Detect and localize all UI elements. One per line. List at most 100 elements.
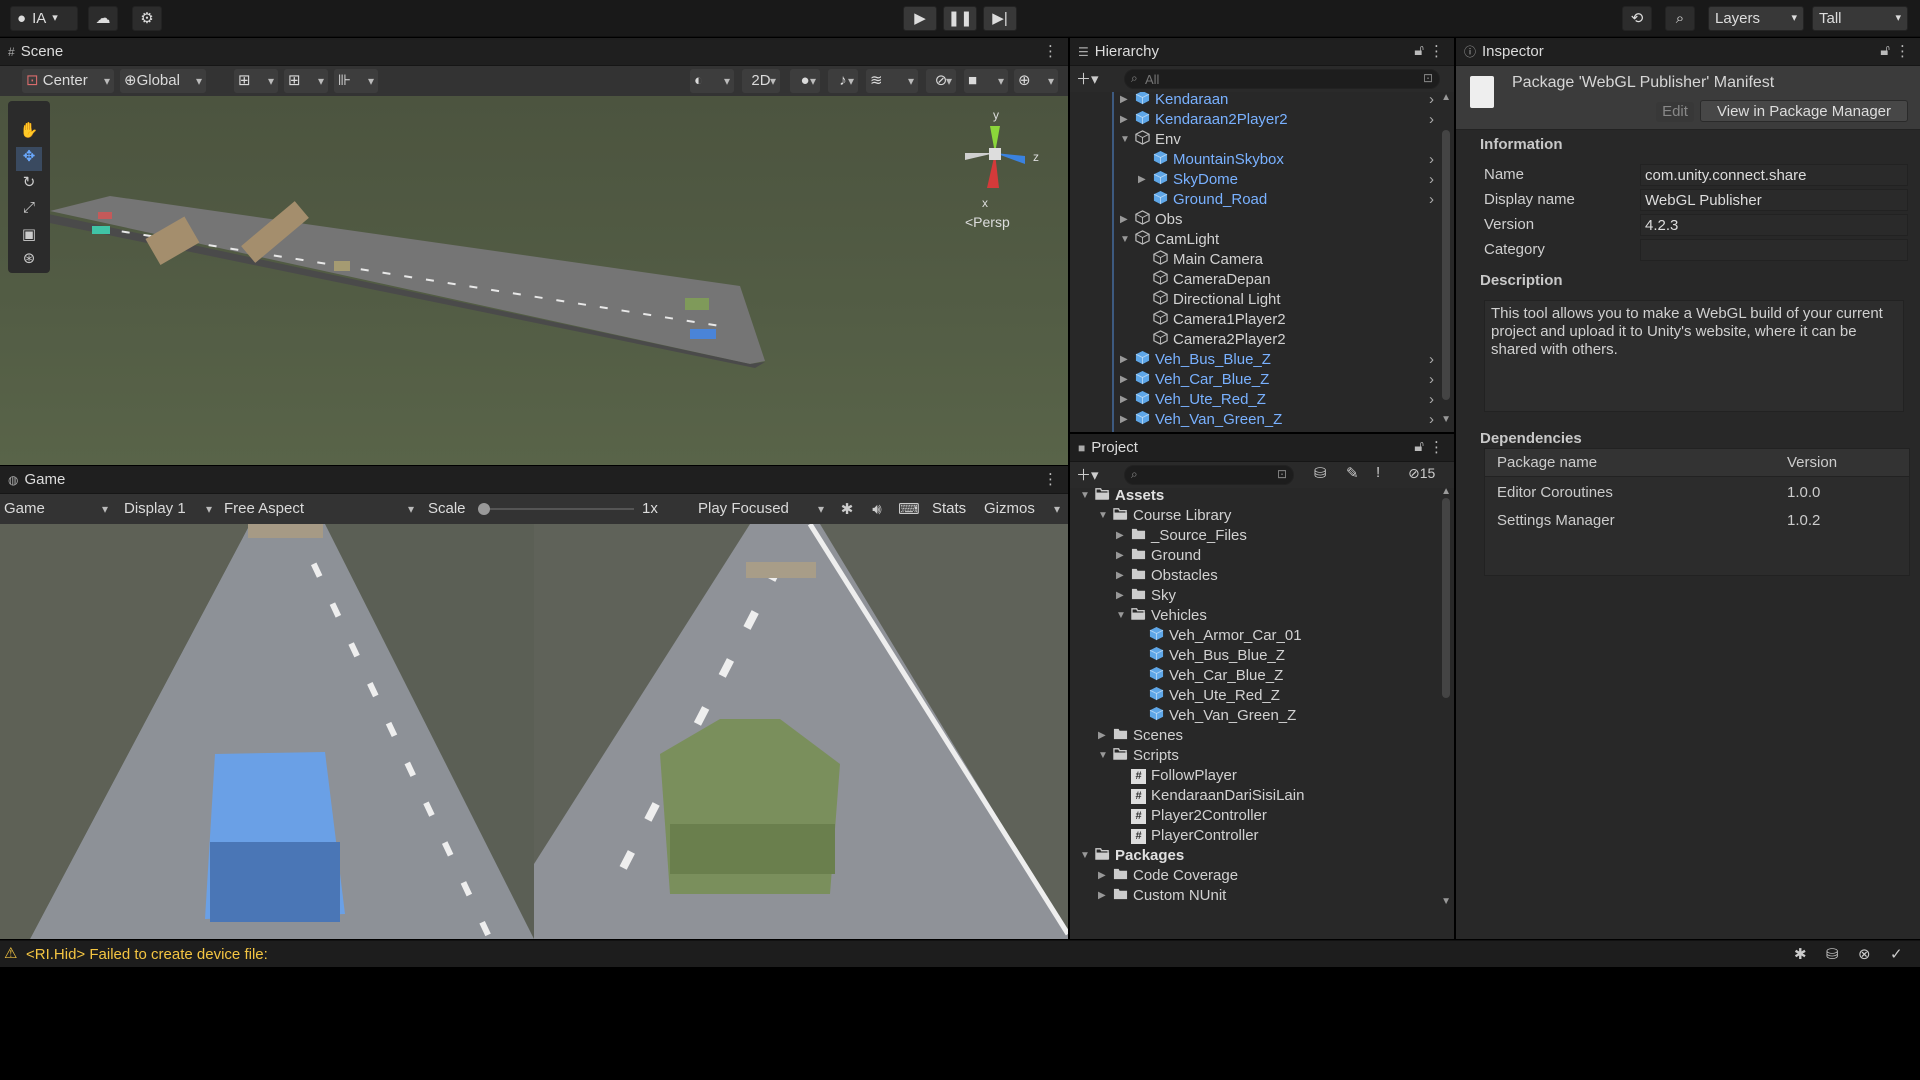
open-prefab-icon[interactable]: ›: [1429, 350, 1434, 370]
display-dropdown[interactable]: Display 1: [120, 497, 216, 521]
transform-tool[interactable]: ⊛: [16, 249, 42, 273]
hierarchy-item[interactable]: ▶ Veh_Van_Green_Z: [1120, 410, 1282, 430]
hierarchy-item[interactable]: Camera2Player2: [1138, 329, 1286, 350]
network-icon[interactable]: ⊗: [1858, 945, 1871, 963]
play-button[interactable]: ▶: [903, 6, 937, 31]
project-item[interactable]: ▶ Code Coverage: [1098, 866, 1238, 886]
scale-slider[interactable]: [478, 503, 634, 515]
toggle-2d-button[interactable]: 2D: [742, 69, 780, 93]
open-prefab-icon[interactable]: ›: [1429, 370, 1434, 390]
project-item[interactable]: Veh_Van_Green_Z: [1134, 706, 1296, 726]
hand-tool[interactable]: ✋: [16, 121, 42, 145]
expanded-arrow-icon[interactable]: ▼: [1120, 230, 1130, 250]
project-item[interactable]: # PlayerController: [1116, 826, 1259, 846]
hierarchy-item[interactable]: ▶ Kendaraan2Player2: [1120, 110, 1288, 130]
grid-snap-dropdown[interactable]: ⊞: [284, 69, 328, 93]
hierarchy-item[interactable]: ▼ CamLight: [1120, 229, 1219, 250]
search-button[interactable]: ⌕: [1665, 6, 1695, 31]
hierarchy-item[interactable]: Camera1Player2: [1138, 309, 1286, 330]
hierarchy-search-input[interactable]: [1145, 71, 1405, 87]
move-tool[interactable]: ✥: [16, 147, 42, 171]
hierarchy-item[interactable]: ▶ SkyDome: [1138, 170, 1238, 190]
tab-scene[interactable]: # Scene: [0, 39, 63, 65]
project-item[interactable]: ▶ Obstacles: [1116, 566, 1218, 586]
project-scrollbar[interactable]: [1442, 498, 1450, 698]
edit-button[interactable]: Edit: [1656, 102, 1694, 122]
expanded-arrow-icon[interactable]: ▼: [1080, 846, 1090, 866]
play-mode-dropdown[interactable]: Play Focused: [694, 497, 828, 521]
scroll-up-icon[interactable]: ▲: [1441, 92, 1451, 103]
collapsed-arrow-icon[interactable]: ▶: [1116, 586, 1126, 606]
expanded-arrow-icon[interactable]: ▼: [1116, 606, 1126, 626]
keyboard-icon[interactable]: ⌨: [898, 498, 920, 520]
view-dropdown[interactable]: Game: [0, 497, 112, 521]
tab-project[interactable]: ■ Project: [1070, 435, 1138, 461]
scene-viewport[interactable]: ✋ ✥ ↻ ⤢ ▣ ⊛ y z x <Persp: [0, 96, 1068, 465]
collapsed-arrow-icon[interactable]: ▶: [1116, 566, 1126, 586]
gizmos-dropdown[interactable]: ⊕: [1014, 69, 1058, 93]
hierarchy-item[interactable]: Directional Light: [1138, 289, 1281, 310]
project-item[interactable]: # Player2Controller: [1116, 806, 1267, 826]
orientation-gizmo[interactable]: y z x: [955, 108, 1039, 210]
open-prefab-icon[interactable]: ›: [1429, 410, 1434, 430]
project-item[interactable]: ▶ Ground: [1116, 546, 1201, 566]
hierarchy-item[interactable]: ▶ Obs: [1120, 209, 1183, 230]
rotate-tool[interactable]: ↻: [16, 173, 42, 197]
lock-icon[interactable]: 🔓︎: [1414, 42, 1424, 59]
hierarchy-item[interactable]: Main Camera: [1138, 249, 1263, 270]
project-item[interactable]: Veh_Armor_Car_01: [1134, 626, 1302, 646]
pivot-dropdown[interactable]: ⊡ Center: [22, 69, 114, 93]
collapsed-arrow-icon[interactable]: ▶: [1098, 726, 1108, 746]
project-item[interactable]: ▼ Assets: [1080, 488, 1164, 506]
project-item[interactable]: ▶ Custom NUnit: [1098, 886, 1226, 906]
slider-thumb[interactable]: [478, 503, 490, 515]
lock-icon[interactable]: 🔓︎: [1880, 42, 1890, 59]
effects-dropdown[interactable]: ≋: [866, 69, 918, 93]
project-item[interactable]: Veh_Bus_Blue_Z: [1134, 646, 1285, 666]
open-prefab-icon[interactable]: ›: [1429, 390, 1434, 410]
pause-button[interactable]: ❚❚: [943, 6, 977, 31]
more-icon[interactable]: ⋮: [1429, 42, 1444, 60]
step-button[interactable]: ▶|: [983, 6, 1017, 31]
collapsed-arrow-icon[interactable]: ▶: [1120, 410, 1130, 430]
expanded-arrow-icon[interactable]: ▼: [1120, 130, 1130, 150]
tab-inspector[interactable]: ⓘ Inspector: [1456, 39, 1544, 65]
hierarchy-item[interactable]: ▶ Veh_Bus_Blue_Z: [1120, 350, 1271, 370]
scroll-down-icon[interactable]: ▼: [1441, 896, 1451, 907]
project-item[interactable]: ▼ Packages: [1080, 846, 1184, 866]
cloud-button[interactable]: ☁: [88, 6, 118, 31]
add-button[interactable]: ＋▾: [1076, 464, 1099, 485]
scroll-down-icon[interactable]: ▼: [1441, 414, 1451, 425]
space-dropdown[interactable]: ⊕Global: [120, 69, 206, 93]
tab-game[interactable]: ◍ Game: [0, 467, 65, 493]
collapsed-arrow-icon[interactable]: ▶: [1120, 390, 1130, 410]
more-icon[interactable]: ⋮: [1043, 42, 1058, 60]
hierarchy-item[interactable]: ▼ Env: [1120, 129, 1181, 150]
more-icon[interactable]: ⋮: [1043, 470, 1058, 488]
bug-icon[interactable]: ✱: [1794, 945, 1807, 963]
game-viewport[interactable]: [0, 524, 1068, 939]
lock-icon[interactable]: 🔓︎: [1414, 438, 1424, 455]
open-prefab-icon[interactable]: ›: [1429, 110, 1434, 130]
account-dropdown[interactable]: ● IA ▾: [10, 6, 78, 31]
project-item[interactable]: ▼ Vehicles: [1116, 606, 1207, 626]
increment-dropdown[interactable]: ⊪: [334, 69, 378, 93]
status-message[interactable]: <RI.Hid> Failed to create device file:: [26, 946, 268, 963]
project-item[interactable]: # KendaraanDariSisiLain: [1116, 786, 1304, 806]
layers-dropdown[interactable]: Layers ▾: [1708, 6, 1804, 31]
collapsed-arrow-icon[interactable]: ▶: [1138, 170, 1148, 190]
audio-icon[interactable]: 🔊︎: [866, 498, 888, 520]
hierarchy-item[interactable]: MountainSkybox: [1138, 150, 1284, 170]
collapsed-arrow-icon[interactable]: ▶: [1120, 210, 1130, 230]
projection-label[interactable]: <Persp: [965, 214, 1010, 230]
aspect-dropdown[interactable]: Free Aspect: [220, 497, 418, 521]
hidden-packages-button[interactable]: ⊘15: [1408, 465, 1435, 482]
filter-type-icon[interactable]: ⛁: [1314, 464, 1327, 482]
lighting-toggle[interactable]: ●: [790, 69, 820, 93]
collapsed-arrow-icon[interactable]: ▶: [1116, 526, 1126, 546]
camera-dropdown[interactable]: ■: [964, 69, 1008, 93]
collapsed-arrow-icon[interactable]: ▶: [1098, 866, 1108, 886]
hierarchy-item[interactable]: ▶ Veh_Car_Blue_Z: [1120, 370, 1269, 390]
project-item[interactable]: Veh_Car_Blue_Z: [1134, 666, 1283, 686]
filter-icon[interactable]: ⊡: [1423, 71, 1433, 85]
